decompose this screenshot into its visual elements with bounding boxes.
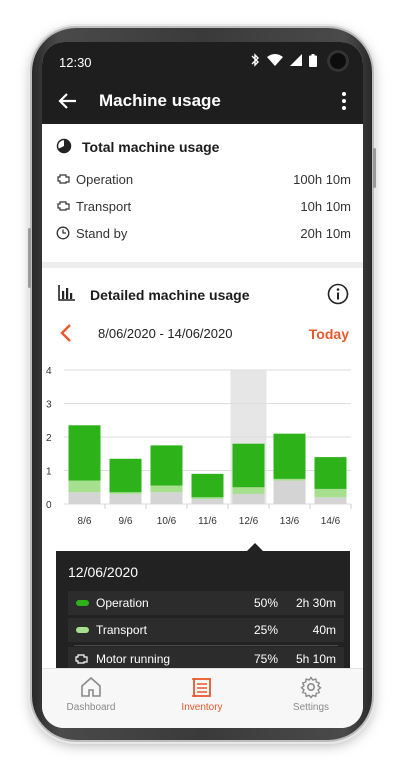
usage-label: Stand by xyxy=(76,226,128,241)
x-tick-label: 9/6 xyxy=(119,516,133,527)
usage-label: Operation xyxy=(76,172,134,187)
bar-transport[interactable] xyxy=(150,485,183,493)
nav-dashboard[interactable]: Dashboard xyxy=(46,675,136,725)
front-camera xyxy=(327,50,349,72)
page-title: Machine usage xyxy=(99,91,221,110)
transport-swatch xyxy=(76,627,89,633)
usage-value: 10h 10m xyxy=(300,199,351,214)
bar-transport[interactable] xyxy=(273,478,306,481)
tooltip-date: 12/06/2020 xyxy=(68,564,139,580)
y-tick-label: 3 xyxy=(46,400,52,411)
x-tick-label: 10/6 xyxy=(157,516,177,527)
pie-chart-icon xyxy=(56,138,72,154)
y-tick-label: 2 xyxy=(46,433,52,444)
tooltip-arrow xyxy=(247,543,263,551)
previous-week-button[interactable] xyxy=(58,322,74,344)
operation-swatch xyxy=(76,600,89,606)
battery-icon xyxy=(309,53,317,67)
tooltip-row-transport: Transport 25% 40m xyxy=(68,618,344,642)
tooltip-label: Motor running xyxy=(96,652,171,666)
bar-transport[interactable] xyxy=(232,487,265,494)
info-button[interactable] xyxy=(327,283,349,305)
bar-standby[interactable] xyxy=(232,493,265,504)
tooltip-duration: 2h 30m xyxy=(295,596,336,610)
tooltip-duration: 5h 10m xyxy=(295,652,336,666)
tooltip-percent: 50% xyxy=(253,596,278,610)
nav-label: Inventory xyxy=(181,702,223,713)
wifi-icon xyxy=(267,54,283,66)
usage-value: 100h 10m xyxy=(293,172,351,187)
nav-settings[interactable]: Settings xyxy=(266,675,356,725)
usage-bar-chart[interactable]: 0 1 2 3 4 8/6 9/6 10/6 11/6 12/6 13/6 14/6 xyxy=(42,360,363,540)
bar-operation[interactable] xyxy=(191,473,224,498)
bar-operation[interactable] xyxy=(68,425,101,481)
engine-icon xyxy=(57,201,70,211)
bottom-navigation: Dashboard Inventory Settings xyxy=(42,668,363,728)
tooltip-row-operation: Operation 50% 2h 30m xyxy=(68,591,344,615)
date-range: 8/06/2020 - 14/06/2020 xyxy=(98,326,233,341)
y-tick-label: 4 xyxy=(46,366,52,377)
bar-operation[interactable] xyxy=(150,445,183,486)
tooltip-duration: 40m xyxy=(312,623,336,637)
detailed-usage-card: Detailed machine usage 8/06/2020 - 14/06… xyxy=(42,268,363,728)
usage-row-operation: Operation 100h 10m xyxy=(56,169,351,191)
bar-standby[interactable] xyxy=(191,498,224,504)
more-options-button[interactable] xyxy=(339,89,349,113)
total-usage-title: Total machine usage xyxy=(82,139,220,155)
tooltip-percent: 75% xyxy=(253,652,278,666)
gear-icon xyxy=(300,676,322,699)
nav-label: Settings xyxy=(292,702,330,713)
detailed-usage-title: Detailed machine usage xyxy=(90,287,250,303)
bar-chart-icon xyxy=(58,285,75,301)
bar-operation[interactable] xyxy=(314,457,347,489)
bluetooth-icon xyxy=(251,53,259,67)
bar-transport[interactable] xyxy=(191,497,224,499)
bar-transport[interactable] xyxy=(314,488,347,498)
bar-standby[interactable] xyxy=(68,492,101,504)
tooltip-label: Operation xyxy=(96,596,149,610)
clock-icon xyxy=(56,226,70,240)
nav-inventory[interactable]: Inventory xyxy=(157,675,247,725)
bar-standby[interactable] xyxy=(273,480,306,504)
x-tick-label: 14/6 xyxy=(321,516,341,527)
volume-button xyxy=(28,228,31,288)
app-bar: Machine usage xyxy=(42,80,363,124)
y-tick-label: 1 xyxy=(46,467,52,478)
x-tick-label: 13/6 xyxy=(280,516,300,527)
usage-value: 20h 10m xyxy=(300,226,351,241)
usage-row-transport: Transport 10h 10m xyxy=(56,196,351,218)
total-usage-card: Total machine usage Operation 100h 10m T… xyxy=(42,124,363,262)
bar-transport[interactable] xyxy=(109,492,142,494)
usage-row-standby: Stand by 20h 10m xyxy=(56,223,351,245)
tooltip-divider xyxy=(74,645,338,646)
bar-transport[interactable] xyxy=(68,480,101,493)
tooltip-percent: 25% xyxy=(253,623,278,637)
bar-operation[interactable] xyxy=(109,458,142,493)
back-button[interactable] xyxy=(56,89,80,113)
screen: 12:30 Machine usage Total machine usage … xyxy=(42,42,363,728)
day-detail-tooltip: 12/06/2020 Operation 50% 2h 30m Transpor… xyxy=(56,543,350,681)
home-icon xyxy=(81,676,101,697)
tooltip-label: Transport xyxy=(96,623,147,637)
nav-label: Dashboard xyxy=(66,702,116,713)
signal-icon xyxy=(290,54,302,66)
inventory-icon xyxy=(192,678,211,697)
status-time: 12:30 xyxy=(59,55,92,70)
x-tick-label: 11/6 xyxy=(198,516,217,527)
x-tick-label: 8/6 xyxy=(78,516,92,527)
bar-standby[interactable] xyxy=(150,492,183,504)
y-tick-label: 0 xyxy=(46,500,52,511)
bar-operation[interactable] xyxy=(273,433,306,479)
engine-icon xyxy=(75,654,88,664)
bar-operation[interactable] xyxy=(232,443,265,488)
today-button[interactable]: Today xyxy=(309,326,349,342)
status-bar: 12:30 xyxy=(42,42,363,80)
bar-standby[interactable] xyxy=(109,493,142,504)
power-button xyxy=(373,148,376,188)
x-tick-label: 12/6 xyxy=(239,516,259,527)
engine-icon xyxy=(57,174,70,184)
status-icons xyxy=(250,53,317,67)
bar-standby[interactable] xyxy=(314,497,347,504)
usage-label: Transport xyxy=(76,199,132,214)
